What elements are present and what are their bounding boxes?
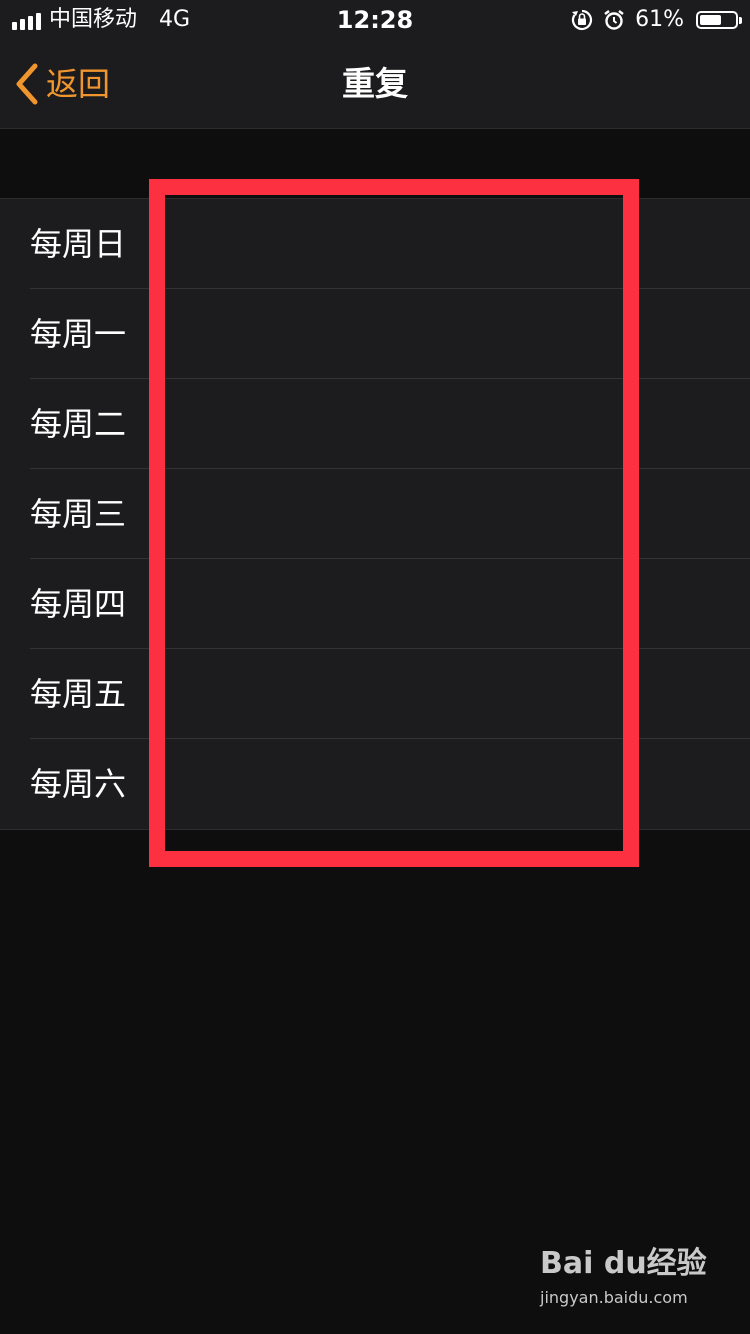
- list-item-label: 每周六: [30, 765, 127, 803]
- watermark-logo: Bai du经验: [540, 1246, 707, 1281]
- list-item-wednesday[interactable]: 每周三: [0, 469, 750, 559]
- rotation-lock-icon: [571, 9, 593, 31]
- watermark: Bai du经验 jingyan.baidu.com: [540, 1246, 710, 1316]
- battery-level-fill: [700, 15, 721, 25]
- list-item-monday[interactable]: 每周一: [0, 289, 750, 379]
- list-item-saturday[interactable]: 每周六: [0, 739, 750, 829]
- watermark-url: jingyan.baidu.com: [540, 1288, 688, 1307]
- navigation-bar: 返回 重复: [0, 40, 750, 129]
- list-item-friday[interactable]: 每周五: [0, 649, 750, 739]
- list-item-tuesday[interactable]: 每周二: [0, 379, 750, 469]
- list-item-sunday[interactable]: 每周日: [0, 199, 750, 289]
- list-item-thursday[interactable]: 每周四: [0, 559, 750, 649]
- status-bar: 中国移动 4G 12:28 61%: [0, 0, 750, 40]
- list-item-label: 每周三: [30, 495, 127, 533]
- battery-percent: 61%: [635, 7, 684, 32]
- list-item-label: 每周五: [30, 675, 127, 713]
- status-right: 61%: [571, 6, 742, 34]
- alarm-icon: [604, 10, 624, 30]
- list-item-label: 每周一: [30, 315, 127, 353]
- battery-icon: [696, 11, 742, 29]
- page-title: 重复: [342, 64, 408, 103]
- list-item-label: 每周四: [30, 585, 127, 623]
- repeat-options-list: 每周日 每周一 每周二 每周三 每周四 每周五 每周六: [0, 198, 750, 830]
- list-item-label: 每周二: [30, 405, 127, 443]
- list-item-label: 每周日: [30, 225, 127, 263]
